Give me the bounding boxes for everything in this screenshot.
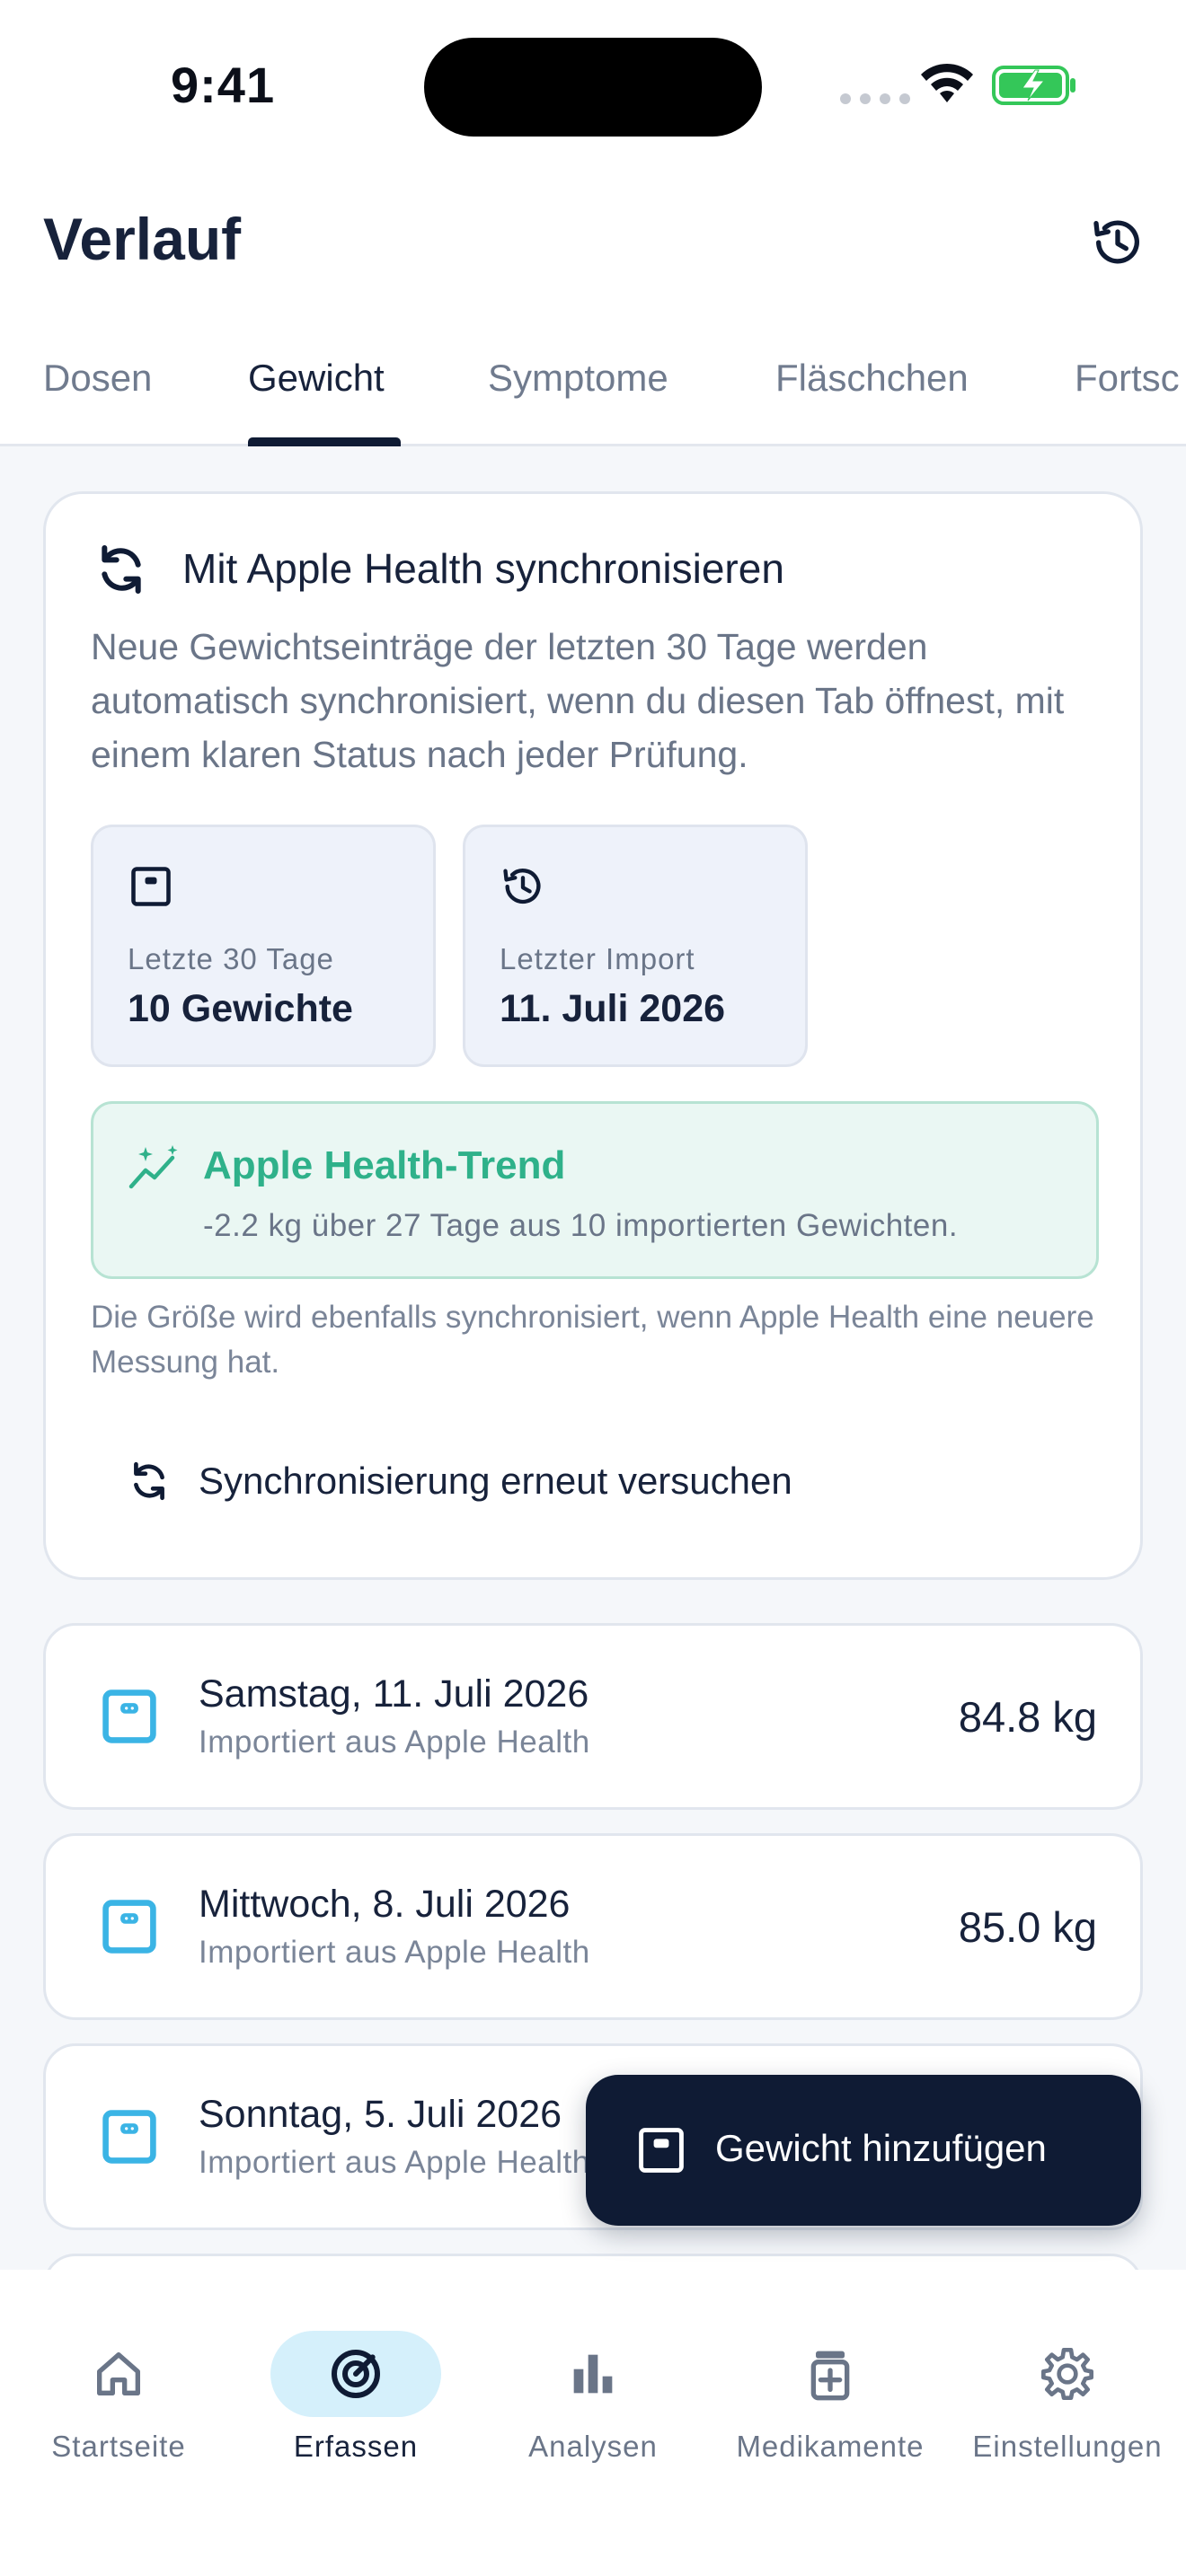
stat-label: Letzter Import <box>500 942 695 975</box>
entry-date: Mittwoch, 8. Juli 2026 <box>199 1883 571 1926</box>
stat-value: 10 Gewichte <box>128 987 353 1030</box>
trend-title: Apple Health-Trend <box>203 1143 566 1187</box>
trend-description: -2.2 kg über 27 Tage aus 10 importierten… <box>203 1208 959 1243</box>
nav-icon-container <box>745 2331 916 2417</box>
history-icon <box>503 869 541 904</box>
stat-last-30-days: Letzte 30 Tage 10 Gewichte <box>91 825 436 1067</box>
scale-icon <box>102 1900 156 1954</box>
entry-weight: 85.0 kg <box>958 1903 1097 1951</box>
target-icon <box>332 2350 380 2398</box>
stat-last-import: Letzter Import 11. Juli 2026 <box>463 825 808 1067</box>
retry-sync-button[interactable]: Synchronisierung erneut versuchen <box>127 1441 792 1522</box>
tab-dosen[interactable]: Dosen <box>43 357 152 400</box>
nav-icon-container <box>270 2331 441 2417</box>
trend-sparkle-icon <box>128 1145 178 1189</box>
tab-flaeschchen[interactable]: Fläschchen <box>775 357 969 400</box>
size-sync-note: Die Größe wird ebenfalls synchronisiert,… <box>91 1300 1094 1380</box>
nav-label: Medikamente <box>736 2430 925 2463</box>
page-title: Verlauf <box>43 206 242 272</box>
add-weight-label: Gewicht hinzufügen <box>715 2127 1047 2169</box>
sync-card-title: Mit Apple Health synchronisieren <box>182 545 784 592</box>
nav-icon-container <box>508 2331 678 2417</box>
nav-icon-container <box>33 2331 204 2417</box>
entry-weight: 84.8 kg <box>958 1693 1097 1741</box>
nav-item-einstellungen[interactable]: Einstellungen <box>949 2306 1186 2463</box>
tab-symptome[interactable]: Symptome <box>488 357 668 400</box>
sync-card-description: Neue Gewichtseinträge der letzten 30 Tag… <box>91 626 1065 775</box>
battery-charging-icon <box>992 66 1075 105</box>
sync-icon <box>102 545 141 594</box>
tab-bar: Dosen Gewicht Symptome Fläschchen Fortsc <box>0 346 1186 446</box>
entry-source: Importiert aus Apple Health <box>199 2145 590 2180</box>
entry-source: Importiert aus Apple Health <box>199 1725 590 1760</box>
tab-fortschritt[interactable]: Fortsc <box>1075 357 1180 400</box>
stat-label: Letzte 30 Tage <box>128 942 334 975</box>
scale-icon <box>639 2128 684 2173</box>
scale-icon <box>131 867 171 906</box>
nav-label: Einstellungen <box>972 2430 1163 2463</box>
weight-entry-row[interactable]: Samstag, 11. Juli 2026 Importiert aus Ap… <box>43 1623 1143 1810</box>
stat-value: 11. Juli 2026 <box>500 987 726 1030</box>
scale-icon <box>102 1689 156 1743</box>
apple-health-trend-box: Apple Health-Trend -2.2 kg über 27 Tage … <box>91 1101 1099 1279</box>
status-time: 9:41 <box>171 57 276 113</box>
nav-item-erfassen[interactable]: Erfassen <box>237 2306 474 2463</box>
entry-source: Importiert aus Apple Health <box>199 1935 590 1970</box>
active-tab-indicator <box>248 437 401 446</box>
history-button[interactable] <box>1085 210 1150 275</box>
nav-icon-container <box>982 2331 1153 2417</box>
bottom-navigation: Startseite Erfassen Analysen Medikamente… <box>0 2270 1186 2576</box>
home-icon <box>97 2352 140 2395</box>
weight-entry-row[interactable]: Mittwoch, 8. Juli 2026 Importiert aus Ap… <box>43 1833 1143 2020</box>
entry-date: Sonntag, 5. Juli 2026 <box>199 2093 562 2136</box>
nav-label: Startseite <box>51 2430 186 2463</box>
medication-icon <box>810 2351 850 2401</box>
nav-label: Erfassen <box>293 2430 419 2463</box>
nav-item-medikamente[interactable]: Medikamente <box>712 2306 949 2463</box>
add-weight-button[interactable]: Gewicht hinzufügen <box>586 2075 1141 2226</box>
gear-icon <box>1041 2348 1093 2400</box>
nav-item-analysen[interactable]: Analysen <box>474 2306 712 2463</box>
weight-entry-row[interactable] <box>43 2254 1143 2270</box>
history-icon <box>1093 220 1139 264</box>
status-bar: 9:41 <box>0 0 1186 171</box>
scale-icon <box>102 2110 156 2164</box>
screen: 9:41 Verlauf Dosen Gewicht Symptome Fläs… <box>0 0 1186 2576</box>
wifi-icon <box>921 63 973 102</box>
apple-health-sync-card: Mit Apple Health synchronisieren Neue Ge… <box>43 491 1143 1580</box>
nav-label: Analysen <box>528 2430 658 2463</box>
dynamic-island <box>424 38 762 137</box>
bar-chart-icon <box>573 2354 613 2394</box>
sync-icon <box>134 1461 164 1501</box>
retry-sync-label: Synchronisierung erneut versuchen <box>199 1460 792 1502</box>
nav-item-startseite[interactable]: Startseite <box>0 2306 237 2463</box>
tab-gewicht[interactable]: Gewicht <box>248 357 385 400</box>
cellular-signal-icon <box>840 93 910 104</box>
content-scroll-area[interactable]: Mit Apple Health synchronisieren Neue Ge… <box>0 446 1186 2270</box>
entry-date: Samstag, 11. Juli 2026 <box>199 1672 589 1716</box>
